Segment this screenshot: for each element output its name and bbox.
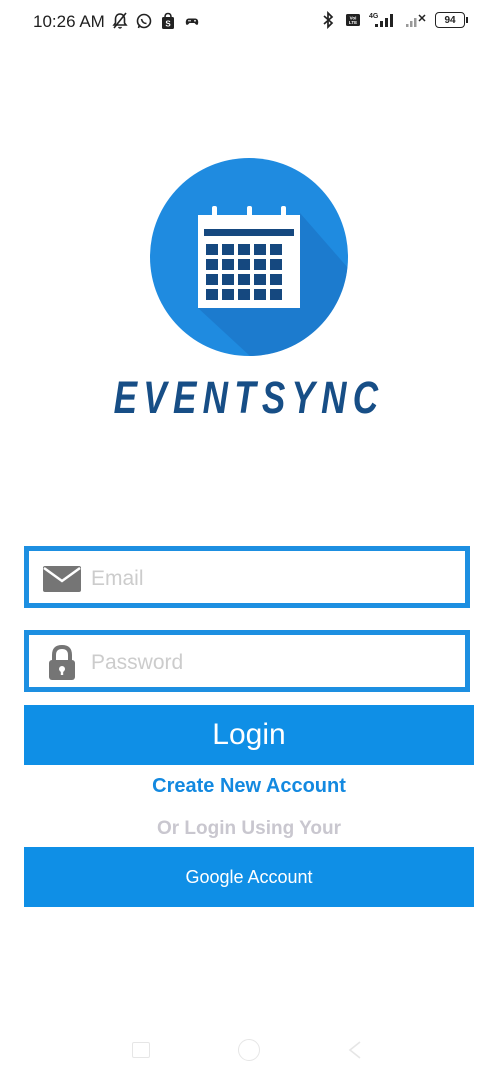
status-right-icons: VoI LTE 4G 94: [321, 10, 468, 30]
battery-tip: [466, 17, 468, 23]
password-input[interactable]: [89, 645, 453, 681]
svg-text:S: S: [165, 20, 171, 29]
brand-name: EVENTSYNC: [113, 372, 385, 423]
bluetooth-icon: [321, 10, 337, 30]
or-login-text: Or Login Using Your: [156, 818, 342, 839]
password-field[interactable]: [24, 630, 470, 692]
recent-apps-icon[interactable]: [132, 1042, 150, 1058]
battery-level: 94: [435, 12, 465, 28]
status-time: 10:26 AM: [33, 12, 105, 31]
whatsapp-icon: [136, 12, 152, 30]
battery-icon: 94: [435, 12, 468, 28]
status-left-icons: S: [112, 12, 200, 30]
status-bar: 10:26 AM S VoI LTE 4G 94: [0, 0, 498, 44]
svg-text:4G: 4G: [369, 13, 379, 20]
gamepad-icon: [184, 12, 200, 30]
create-account-link[interactable]: Create New Account: [0, 775, 498, 798]
svg-text:LTE: LTE: [349, 20, 357, 25]
google-login-button[interactable]: Google Account: [24, 847, 474, 907]
login-button[interactable]: Login: [24, 705, 474, 765]
signal-4g-icon: 4G: [369, 11, 397, 29]
lock-icon: [45, 644, 79, 682]
email-field[interactable]: [24, 546, 470, 608]
volte-icon: VoI LTE: [345, 11, 361, 29]
back-icon[interactable]: [344, 1039, 366, 1061]
calendar-icon: [198, 206, 348, 356]
email-input[interactable]: [89, 561, 453, 597]
notifications-off-icon: [112, 12, 128, 30]
navigation-bar: [0, 1030, 498, 1070]
envelope-icon: [41, 564, 83, 594]
home-icon[interactable]: [238, 1039, 260, 1061]
signal-no-sim-icon: [405, 11, 427, 29]
shopping-bag-icon: S: [160, 12, 176, 30]
app-logo: [150, 158, 348, 356]
